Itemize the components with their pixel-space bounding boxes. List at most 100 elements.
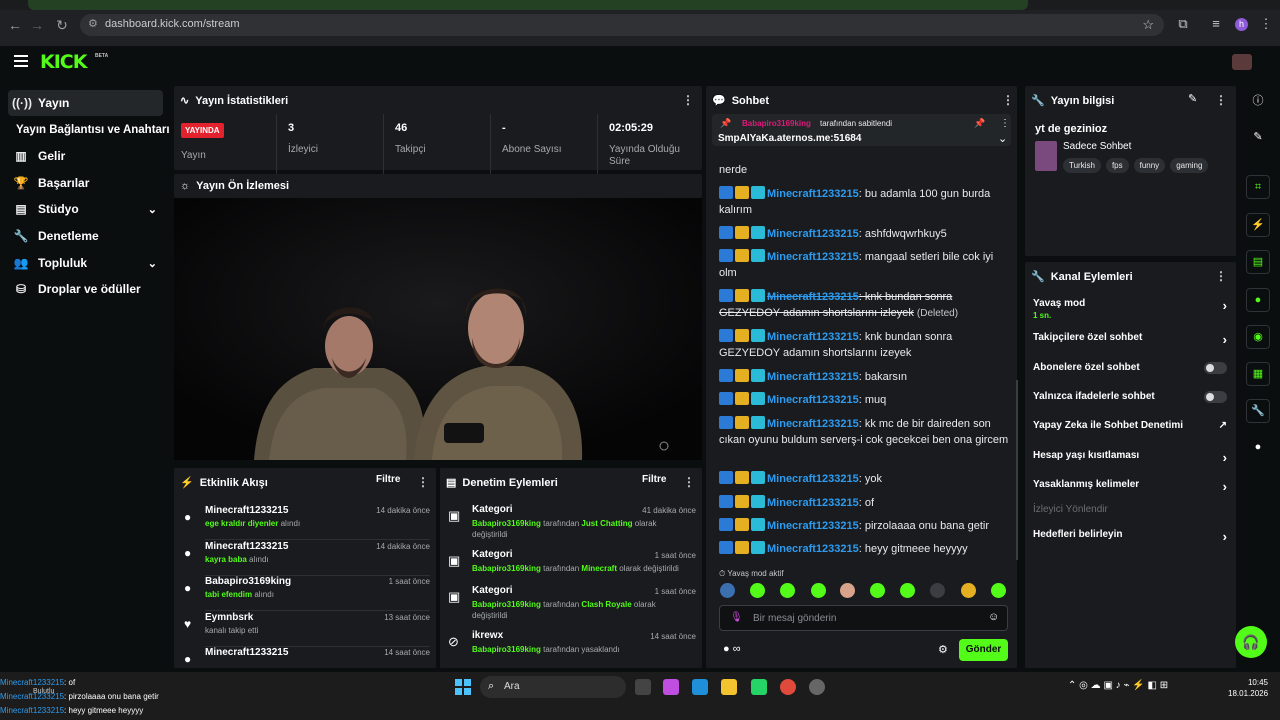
more-options-icon[interactable]: ⋮ bbox=[1215, 93, 1227, 107]
emoji-icon[interactable]: ☺ bbox=[988, 611, 999, 623]
activity-user[interactable]: Minecraft1233215 bbox=[205, 505, 288, 516]
edit-pencil-icon[interactable]: ✎ bbox=[1188, 92, 1197, 105]
taskbar-search[interactable]: ⌕ Ara bbox=[480, 676, 626, 698]
profile-avatar[interactable]: h bbox=[1235, 18, 1248, 31]
emote-icon[interactable] bbox=[780, 583, 795, 598]
sidebar-item-achievements[interactable]: 🏆 Başarılar bbox=[8, 170, 163, 196]
action-name[interactable]: ikrewx bbox=[472, 630, 503, 641]
emote-icon[interactable] bbox=[870, 583, 885, 598]
action-user[interactable]: Babapiro3169king bbox=[472, 600, 541, 609]
whatsapp-icon[interactable] bbox=[751, 679, 767, 695]
points-icon[interactable]: ● bbox=[1246, 436, 1270, 460]
category-name[interactable]: Sadece Sohbet bbox=[1063, 141, 1131, 152]
filter-button[interactable]: Filtre bbox=[376, 474, 400, 485]
send-button[interactable]: Gönder bbox=[959, 639, 1008, 661]
banned-words-row[interactable]: Yasaklanmış kelimeler › bbox=[1033, 479, 1227, 494]
emotes-only-toggle[interactable] bbox=[1204, 391, 1227, 403]
layout-icon[interactable]: ▦ bbox=[1246, 362, 1270, 386]
scan-icon[interactable]: ⌗ bbox=[1246, 175, 1270, 199]
activity-user[interactable]: Babapiro3169king bbox=[205, 576, 291, 587]
support-headset-icon[interactable]: 🎧 bbox=[1235, 626, 1267, 658]
tag[interactable]: funny bbox=[1133, 158, 1166, 173]
chat-username[interactable]: Minecraft1233215 bbox=[767, 251, 859, 263]
more-options-icon[interactable]: ⋮ bbox=[1002, 93, 1014, 107]
chat-username[interactable]: Minecraft1233215 bbox=[767, 371, 859, 383]
bolt-icon[interactable]: ⚡ bbox=[1246, 213, 1270, 237]
bookmark-star-icon[interactable]: ☆ bbox=[1142, 17, 1154, 33]
activity-user[interactable]: Eymnbsrk bbox=[205, 612, 253, 623]
emote-icon[interactable] bbox=[811, 583, 826, 598]
more-options-icon[interactable]: ⋮ bbox=[683, 475, 695, 489]
kick-logo[interactable]: KICK bbox=[40, 51, 87, 73]
more-options-icon[interactable]: ⋮ bbox=[1000, 118, 1010, 129]
chat-scrollbar[interactable] bbox=[1016, 380, 1018, 560]
user-avatar[interactable] bbox=[1232, 54, 1252, 70]
emote-icon[interactable] bbox=[750, 583, 765, 598]
action-user[interactable]: Babapiro3169king bbox=[472, 519, 541, 528]
more-options-icon[interactable]: ⋮ bbox=[1215, 269, 1227, 283]
note-icon[interactable]: ▤ bbox=[1246, 250, 1270, 274]
chat-username[interactable]: Minecraft1233215 bbox=[767, 473, 859, 485]
emotes-only-row[interactable]: Yalnızca ifadelerle sohbet bbox=[1033, 391, 1227, 403]
explorer-icon[interactable] bbox=[721, 679, 737, 695]
sidebar-item-stream-key[interactable]: Yayın Bağlantısı ve Anahtarı bbox=[16, 117, 171, 143]
subscribers-only-toggle[interactable] bbox=[1204, 362, 1227, 374]
more-options-icon[interactable]: ⋮ bbox=[682, 93, 694, 107]
obs-icon[interactable] bbox=[809, 679, 825, 695]
slow-mode-row[interactable]: Yavaş mod 1 sn. › bbox=[1033, 298, 1227, 320]
chat-username[interactable]: Minecraft1233215 bbox=[767, 543, 859, 555]
emote-icon[interactable] bbox=[991, 583, 1006, 598]
info-icon[interactable]: ⓘ bbox=[1246, 90, 1270, 114]
chat-username[interactable]: Minecraft1233215 bbox=[767, 418, 859, 430]
site-info-icon[interactable]: ⚙ bbox=[88, 17, 98, 30]
pinned-message[interactable]: 📌 Babapiro3169king tarafından sabitlendi… bbox=[712, 114, 1011, 146]
chat-username[interactable]: Minecraft1233215 bbox=[767, 228, 859, 240]
followers-only-row[interactable]: Takipçilere özel sohbet › bbox=[1033, 332, 1227, 347]
back-icon[interactable]: ← bbox=[6, 16, 24, 34]
activity-user[interactable]: Minecraft1233215 bbox=[205, 541, 288, 552]
chat-username[interactable]: Minecraft1233215 bbox=[767, 331, 859, 343]
filter-button[interactable]: Filtre bbox=[642, 474, 666, 485]
emote-icon[interactable] bbox=[961, 583, 976, 598]
emote-icon[interactable] bbox=[720, 583, 735, 598]
sidebar-item-stream[interactable]: ((·)) Yayın bbox=[8, 90, 163, 116]
menu-icon[interactable]: ⋮ bbox=[1258, 16, 1274, 32]
tag[interactable]: fps bbox=[1105, 158, 1129, 173]
forward-icon[interactable]: → bbox=[28, 16, 46, 34]
microphone-icon[interactable]: 🎙 bbox=[730, 612, 743, 623]
ai-moderation-row[interactable]: Yapay Zeka ile Sohbet Denetimi ↗ bbox=[1033, 420, 1227, 431]
activity-user[interactable]: Minecraft1233215 bbox=[205, 647, 288, 658]
sidebar-item-revenue[interactable]: ▥ Gelir bbox=[8, 143, 163, 169]
copilot-icon[interactable] bbox=[663, 679, 679, 695]
emote-icon[interactable] bbox=[900, 583, 915, 598]
chrome-icon[interactable] bbox=[780, 679, 796, 695]
set-goals-row[interactable]: Hedefleri belirleyin › bbox=[1033, 529, 1227, 544]
active-tab[interactable] bbox=[28, 0, 1028, 10]
points-display[interactable]: ● ∞ bbox=[723, 643, 741, 655]
task-view-icon[interactable] bbox=[635, 679, 651, 695]
chat-bubble-icon[interactable]: ● bbox=[1246, 288, 1270, 312]
more-options-icon[interactable]: ⋮ bbox=[417, 475, 429, 489]
chevron-down-icon[interactable]: ⌄ bbox=[998, 132, 1007, 145]
emote-icon[interactable] bbox=[930, 583, 945, 598]
sidebar-item-community[interactable]: 👥 Topluluk ⌄ bbox=[8, 250, 163, 276]
emote-icon[interactable] bbox=[840, 583, 855, 598]
tray-icons[interactable]: ⌃ ◎ ☁ ▣ ♪ ⌁ ⚡ ◧ ⊞ bbox=[1068, 680, 1168, 691]
sidebar-item-studio[interactable]: ▤ Stüdyo ⌄ bbox=[8, 196, 163, 222]
action-user[interactable]: Babapiro3169king bbox=[472, 564, 541, 573]
extensions-icon[interactable]: ⧉ bbox=[1175, 16, 1191, 32]
edge-icon[interactable] bbox=[692, 679, 708, 695]
sidebar-item-moderation[interactable]: 🔧 Denetleme bbox=[8, 223, 163, 249]
action-user[interactable]: Babapiro3169king bbox=[472, 645, 541, 654]
pinned-by-user[interactable]: Babapiro3169king bbox=[742, 119, 811, 128]
subscribers-only-row[interactable]: Abonelere özel sohbet bbox=[1033, 362, 1227, 374]
windows-start-icon[interactable] bbox=[455, 679, 471, 695]
chat-input[interactable]: 🎙 Bir mesaj gönderin ☺ bbox=[719, 605, 1008, 631]
chat-username[interactable]: Minecraft1233215 bbox=[767, 188, 859, 200]
sidebar-item-drops[interactable]: ⛁ Droplar ve ödüller bbox=[8, 276, 163, 302]
chat-username[interactable]: Minecraft1233215 bbox=[767, 291, 859, 303]
chat-username[interactable]: Minecraft1233215 bbox=[767, 497, 859, 509]
edit-pencil-icon[interactable]: ✎ bbox=[1246, 126, 1270, 150]
media-icon[interactable]: ≡ bbox=[1208, 16, 1224, 32]
chat-username[interactable]: Minecraft1233215 bbox=[767, 520, 859, 532]
